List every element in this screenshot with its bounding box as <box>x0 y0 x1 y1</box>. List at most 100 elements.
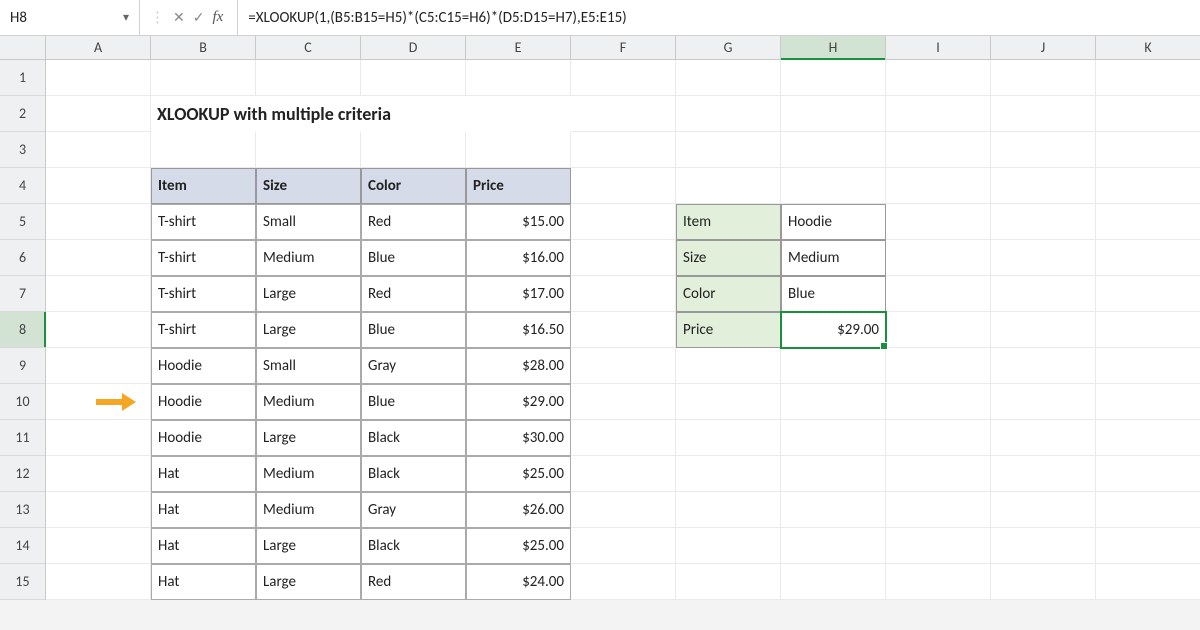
row-header[interactable]: 15 <box>0 564 46 600</box>
col-header[interactable]: C <box>256 36 361 59</box>
chevron-down-icon[interactable]: ▾ <box>123 10 129 25</box>
lookup-value[interactable]: Medium <box>781 240 886 276</box>
cell[interactable] <box>676 60 781 96</box>
active-cell[interactable]: $29.00 <box>781 312 886 348</box>
col-header[interactable]: J <box>991 36 1096 59</box>
table-cell[interactable]: Gray <box>361 348 466 384</box>
fx-icon[interactable]: fx <box>212 9 227 26</box>
cell[interactable] <box>46 348 151 384</box>
cell[interactable] <box>1096 528 1200 564</box>
cell[interactable] <box>886 384 991 420</box>
cell[interactable] <box>1096 276 1200 312</box>
select-all-corner[interactable] <box>0 36 46 59</box>
col-header[interactable]: B <box>151 36 256 59</box>
cell[interactable] <box>1096 60 1200 96</box>
row-header[interactable]: 7 <box>0 276 46 312</box>
cell[interactable] <box>676 564 781 600</box>
cell[interactable] <box>991 348 1096 384</box>
table-cell[interactable]: Large <box>256 420 361 456</box>
spreadsheet-grid[interactable]: A B C D E F G H I J K 12XLOOKUP with mul… <box>0 36 1200 600</box>
cell[interactable] <box>781 132 886 168</box>
cell[interactable] <box>991 132 1096 168</box>
cell[interactable] <box>781 96 886 132</box>
table-cell[interactable]: $28.00 <box>466 348 571 384</box>
table-cell[interactable]: Large <box>256 564 361 600</box>
cell[interactable] <box>46 240 151 276</box>
cell[interactable] <box>676 528 781 564</box>
table-cell[interactable]: Large <box>256 312 361 348</box>
cell[interactable] <box>571 60 676 96</box>
col-header[interactable]: H <box>781 36 886 59</box>
cell[interactable] <box>781 564 886 600</box>
cell[interactable] <box>151 132 256 168</box>
table-cell[interactable]: $24.00 <box>466 564 571 600</box>
cell[interactable] <box>676 348 781 384</box>
cell[interactable] <box>46 312 151 348</box>
enter-icon[interactable]: ✓ <box>193 9 205 26</box>
row-header[interactable]: 11 <box>0 420 46 456</box>
table-cell[interactable]: Red <box>361 564 466 600</box>
cell[interactable] <box>991 276 1096 312</box>
table-cell[interactable]: Red <box>361 276 466 312</box>
col-header[interactable]: G <box>676 36 781 59</box>
cell[interactable] <box>1096 132 1200 168</box>
cell[interactable] <box>886 420 991 456</box>
cell[interactable] <box>571 492 676 528</box>
cell[interactable] <box>991 60 1096 96</box>
cell[interactable] <box>886 456 991 492</box>
col-header[interactable]: I <box>886 36 991 59</box>
table-cell[interactable]: Red <box>361 204 466 240</box>
row-header[interactable]: 12 <box>0 456 46 492</box>
cell[interactable] <box>1096 96 1200 132</box>
cell[interactable] <box>676 168 781 204</box>
page-title[interactable]: XLOOKUP with multiple criteria <box>151 96 571 132</box>
cell[interactable] <box>46 276 151 312</box>
table-cell[interactable]: Hoodie <box>151 420 256 456</box>
cell[interactable] <box>571 96 676 132</box>
cell[interactable] <box>361 60 466 96</box>
cell[interactable] <box>991 564 1096 600</box>
cell[interactable] <box>151 60 256 96</box>
cell[interactable] <box>571 456 676 492</box>
cell[interactable] <box>676 384 781 420</box>
col-header[interactable]: D <box>361 36 466 59</box>
cell[interactable] <box>781 384 886 420</box>
table-header[interactable]: Color <box>361 168 466 204</box>
cancel-icon[interactable]: ✕ <box>173 9 185 26</box>
cell[interactable] <box>886 276 991 312</box>
cell[interactable] <box>886 528 991 564</box>
cell[interactable] <box>886 312 991 348</box>
cell[interactable] <box>886 132 991 168</box>
cell[interactable] <box>256 132 361 168</box>
cell[interactable] <box>991 168 1096 204</box>
cell[interactable] <box>886 240 991 276</box>
table-cell[interactable]: $26.00 <box>466 492 571 528</box>
table-cell[interactable]: $16.00 <box>466 240 571 276</box>
cell[interactable] <box>1096 384 1200 420</box>
table-cell[interactable]: Hoodie <box>151 348 256 384</box>
cell[interactable] <box>1096 492 1200 528</box>
row-header[interactable]: 5 <box>0 204 46 240</box>
table-cell[interactable]: Small <box>256 204 361 240</box>
cell[interactable] <box>46 132 151 168</box>
table-cell[interactable]: Hat <box>151 456 256 492</box>
lookup-value[interactable]: Blue <box>781 276 886 312</box>
table-cell[interactable]: T-shirt <box>151 276 256 312</box>
table-cell[interactable]: Gray <box>361 492 466 528</box>
lookup-label[interactable]: Price <box>676 312 781 348</box>
table-cell[interactable]: T-shirt <box>151 240 256 276</box>
table-cell[interactable]: Hat <box>151 528 256 564</box>
cell[interactable] <box>781 348 886 384</box>
row-header[interactable]: 10 <box>0 384 46 420</box>
cell[interactable] <box>46 96 151 132</box>
cell[interactable] <box>46 420 151 456</box>
cell[interactable] <box>781 492 886 528</box>
lookup-label[interactable]: Item <box>676 204 781 240</box>
cell[interactable] <box>1096 168 1200 204</box>
cell[interactable] <box>886 564 991 600</box>
cell[interactable] <box>571 384 676 420</box>
lookup-label[interactable]: Color <box>676 276 781 312</box>
table-header[interactable]: Size <box>256 168 361 204</box>
row-header[interactable]: 8 <box>0 312 46 348</box>
cell[interactable] <box>781 456 886 492</box>
